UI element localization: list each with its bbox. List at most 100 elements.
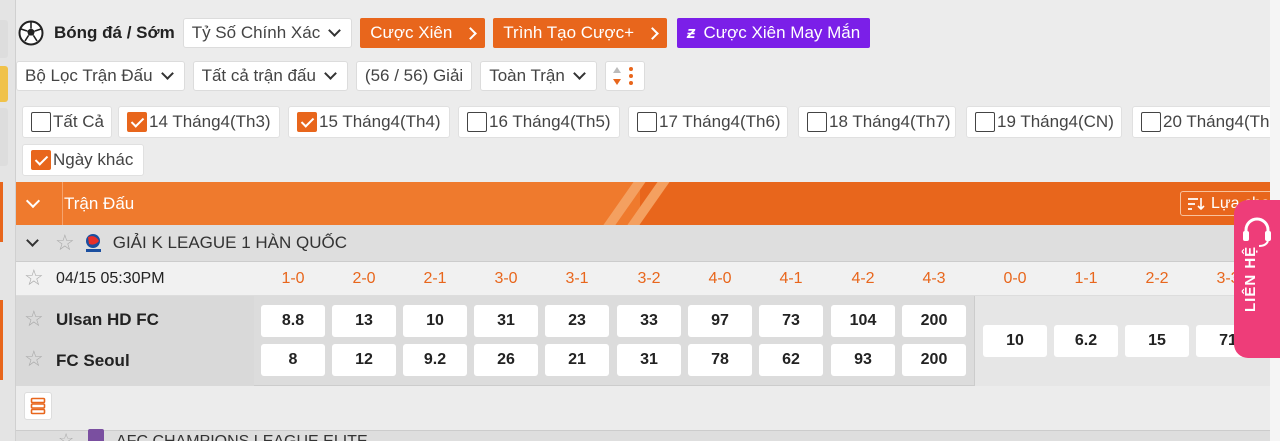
odds-button[interactable]: 10 (983, 325, 1047, 357)
date-label: 15 Tháng4(Th4) (319, 112, 441, 131)
star-icon[interactable]: ☆ (55, 232, 75, 254)
odds-button[interactable]: 6.2 (1054, 325, 1118, 357)
match-filter-dropdown[interactable]: Bộ Lọc Trận Đấu (16, 61, 185, 91)
date-checkbox[interactable]: 20 Tháng4(Th (1132, 106, 1280, 138)
lucky-parlay-button[interactable]: ƶ Cược Xiên May Mắn (677, 18, 871, 48)
afc-logo-icon (88, 429, 104, 441)
checkbox-icon (637, 112, 657, 132)
star-icon[interactable]: ☆ (24, 308, 44, 330)
chevron-down-icon (160, 67, 174, 80)
date-label: 19 Tháng4(CN) (997, 112, 1114, 131)
full-match-dropdown[interactable]: Toàn Trận (480, 61, 597, 91)
league-name: GIẢI K LEAGUE 1 HÀN QUỐC (112, 233, 348, 252)
sort-button[interactable] (604, 61, 645, 91)
league-count-button[interactable]: (56 / 56) Giải (355, 61, 473, 91)
collapse-chevron-icon[interactable] (25, 193, 41, 209)
all-matches-dropdown[interactable]: Tất cả trận đấu (192, 61, 348, 91)
odds-button[interactable]: 21 (545, 344, 609, 376)
date-checkbox[interactable]: 16 Tháng4(Th5) (458, 106, 620, 138)
away-team-name: FC Seoul (56, 351, 130, 370)
contact-side-tab[interactable]: LIÊN HỆ (1234, 200, 1280, 358)
market-dropdown-label: Tỷ Số Chính Xác (191, 23, 321, 42)
odds-button[interactable]: 9.2 (403, 344, 467, 376)
more-markets-button[interactable] (24, 392, 52, 420)
sportsbook-page: Bóng đá / Sớm Tỷ Số Chính Xác Cược Xiên … (0, 0, 1280, 441)
checkbox-icon (1141, 112, 1161, 132)
score-header: 2-1 (423, 270, 447, 287)
chevron-down-icon (324, 67, 337, 80)
score-header: 3-2 (637, 270, 661, 287)
odds-button[interactable]: 200 (902, 305, 966, 337)
date-checkbox-all[interactable]: Tất Cả (22, 106, 112, 138)
date-checkbox[interactable]: 14 Tháng4(Th3) (118, 106, 280, 138)
odds-button[interactable]: 13 (332, 305, 396, 337)
checkbox-icon (467, 112, 487, 132)
odds-button[interactable]: 15 (1125, 325, 1189, 357)
date-label: Tất Cả (53, 112, 105, 131)
date-checkbox[interactable]: 17 Tháng4(Th6) (628, 106, 788, 138)
score-header: 1-0 (281, 270, 305, 287)
odds-button[interactable]: 8.8 (261, 305, 325, 337)
match-filter-label: Bộ Lọc Trận Đấu (25, 66, 153, 85)
parlay-button-label: Cược Xiên (370, 23, 453, 42)
odds-button[interactable]: 104 (831, 305, 895, 337)
checkbox-checked-icon (31, 150, 51, 170)
odds-button[interactable]: 97 (688, 305, 752, 337)
odds-button[interactable]: 26 (474, 344, 538, 376)
score-header: 3-0 (494, 270, 518, 287)
checkbox-icon (975, 112, 995, 132)
odds-button[interactable]: 23 (545, 305, 609, 337)
rail-tab[interactable] (0, 108, 8, 166)
market-dropdown[interactable]: Tỷ Số Chính Xác (182, 18, 353, 48)
bet-builder-button[interactable]: Trình Tạo Cược+ (493, 18, 667, 48)
star-icon[interactable]: ☆ (58, 429, 74, 441)
more-markets-row (16, 386, 1280, 430)
match-time-row: ☆ 04/15 05:30PM 1-0 2-0 2-1 3-0 3-1 3-2 … (16, 262, 1280, 296)
checkbox-icon (31, 112, 51, 132)
odds-button[interactable]: 33 (617, 305, 681, 337)
teams-panel: ☆ Ulsan HD FC ☆ FC Seoul (16, 296, 254, 386)
odds-button[interactable]: 31 (474, 305, 538, 337)
stack-icon (30, 397, 46, 415)
left-rail (0, 0, 16, 441)
score-header: 3-1 (565, 270, 589, 287)
chevron-down-icon[interactable] (26, 234, 39, 247)
score-header: 4-2 (851, 270, 875, 287)
odds-button[interactable]: 8 (261, 344, 325, 376)
score-header: 0-0 (1003, 270, 1027, 287)
full-match-label: Toàn Trận (489, 66, 565, 85)
rail-tab[interactable] (0, 20, 8, 58)
odds-button[interactable]: 31 (617, 344, 681, 376)
date-label: 20 Tháng4(Th (1163, 112, 1270, 131)
lucky-z-icon: ƶ (685, 23, 698, 42)
odds-button[interactable]: 93 (831, 344, 895, 376)
odds-button[interactable]: 62 (759, 344, 823, 376)
date-checkbox[interactable]: 15 Tháng4(Th4) (288, 106, 450, 138)
odds-button[interactable]: 12 (332, 344, 396, 376)
date-checkbox[interactable]: 18 Tháng4(Th7) (798, 106, 956, 138)
star-icon[interactable]: ☆ (24, 348, 44, 370)
lucky-parlay-button-label: Cược Xiên May Mắn (703, 23, 861, 42)
chevron-right-icon (464, 26, 478, 40)
match-table-header: Trận Đấu Lựa chọn (16, 182, 1280, 225)
odds-button[interactable]: 78 (688, 344, 752, 376)
odds-area: ☆ Ulsan HD FC ☆ FC Seoul 8.8 13 10 31 23… (16, 296, 1280, 386)
date-checkbox-other[interactable]: Ngày khác (22, 144, 144, 176)
rail-accent (0, 182, 3, 242)
next-league-row[interactable]: ☆ AFC CHAMPIONS LEAGUE ELITE (16, 429, 1280, 441)
league-row[interactable]: ☆ GIẢI K LEAGUE 1 HÀN QUỐC (16, 225, 1280, 262)
odds-button[interactable]: 73 (759, 305, 823, 337)
all-matches-label: Tất cả trận đấu (201, 66, 316, 85)
rail-tab-highlight[interactable] (0, 66, 8, 102)
star-icon[interactable]: ☆ (24, 267, 44, 289)
odds-button[interactable]: 10 (403, 305, 467, 337)
chevron-down-icon (572, 67, 586, 80)
k-league-logo-icon (85, 234, 101, 252)
date-checkbox[interactable]: 19 Tháng4(CN) (966, 106, 1122, 138)
date-label: 17 Tháng4(Th6) (659, 112, 781, 131)
date-label: 18 Tháng4(Th7) (829, 112, 951, 131)
parlay-button[interactable]: Cược Xiên (360, 18, 486, 48)
odds-button[interactable]: 200 (902, 344, 966, 376)
top-toolbar: Bóng đá / Sớm Tỷ Số Chính Xác Cược Xiên … (16, 14, 871, 52)
filter-list-icon (1188, 197, 1205, 210)
